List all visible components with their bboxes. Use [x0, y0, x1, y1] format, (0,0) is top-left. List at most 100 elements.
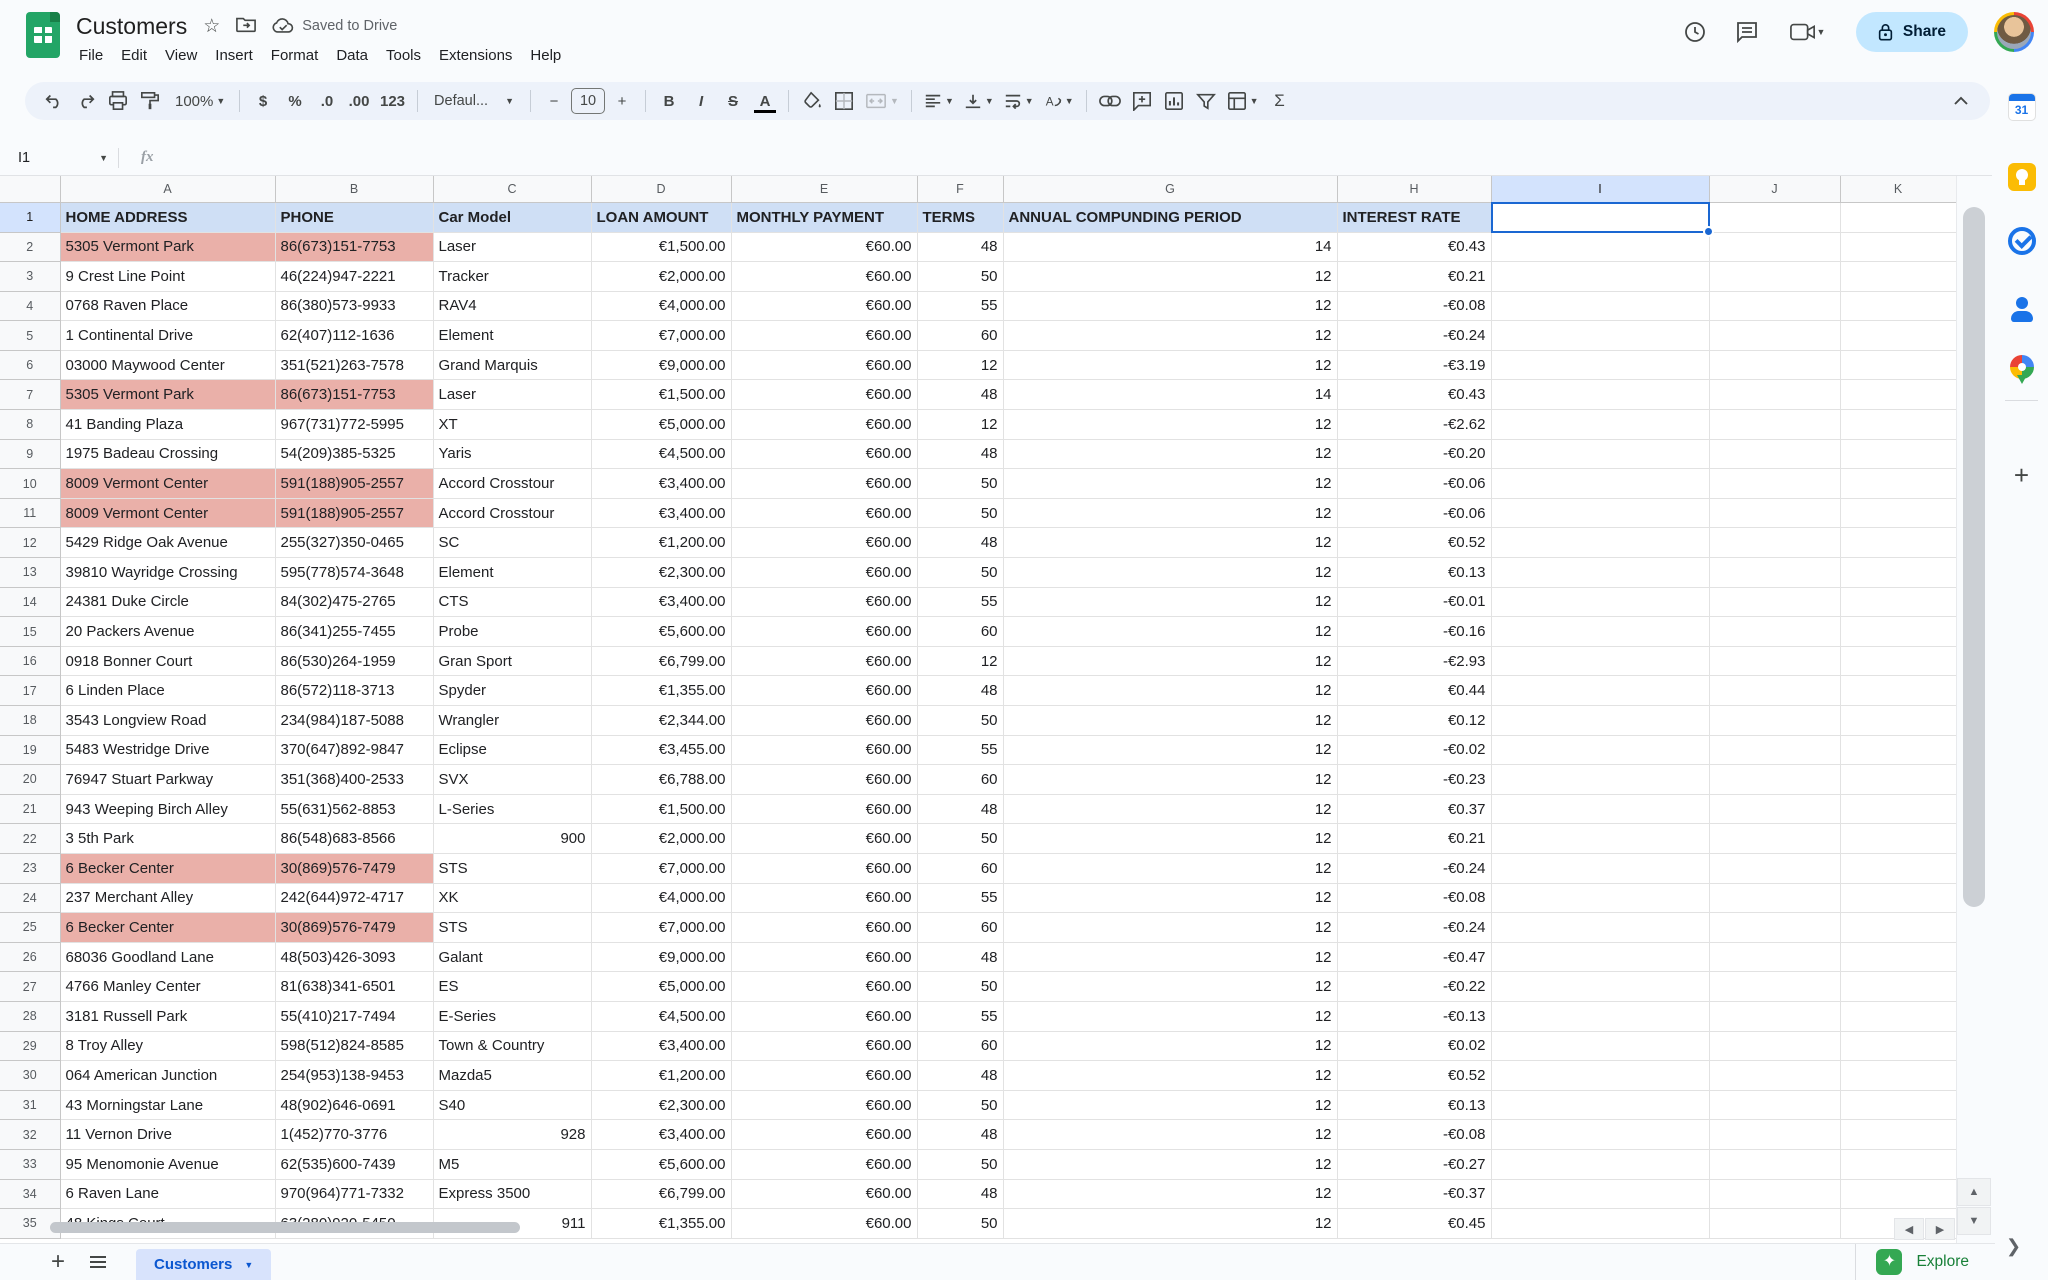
cell-B28[interactable]: 55(410)217-7494: [275, 1001, 433, 1031]
cell-K30[interactable]: [1840, 1061, 1956, 1091]
column-header-J[interactable]: J: [1709, 176, 1840, 202]
cell-B20[interactable]: 351(368)400-2533: [275, 765, 433, 795]
cell-B32[interactable]: 1(452)770-3776: [275, 1120, 433, 1150]
cell-K29[interactable]: [1840, 1031, 1956, 1061]
cell-J19[interactable]: [1709, 735, 1840, 765]
column-header-G[interactable]: G: [1003, 176, 1337, 202]
cell-G29[interactable]: 12: [1003, 1031, 1337, 1061]
create-filter-button[interactable]: [1191, 86, 1221, 116]
cell-H16[interactable]: -€2.93: [1337, 646, 1491, 676]
cell-J13[interactable]: [1709, 558, 1840, 588]
cell-K2[interactable]: [1840, 232, 1956, 262]
cell-F19[interactable]: 55: [917, 735, 1003, 765]
account-avatar[interactable]: [1994, 12, 2034, 52]
cell-K6[interactable]: [1840, 350, 1956, 380]
cell-A30[interactable]: 064 American Junction: [60, 1061, 275, 1091]
insert-chart-button[interactable]: [1159, 86, 1189, 116]
explore-button[interactable]: Explore: [1855, 1244, 1995, 1280]
cell-J12[interactable]: [1709, 528, 1840, 558]
row-header-23[interactable]: 23: [0, 853, 60, 883]
cell-F7[interactable]: 48: [917, 380, 1003, 410]
cell-C18[interactable]: Wrangler: [433, 706, 591, 736]
cell-C34[interactable]: Express 3500: [433, 1179, 591, 1209]
cell-G31[interactable]: 12: [1003, 1090, 1337, 1120]
cell-G26[interactable]: 12: [1003, 942, 1337, 972]
cell-B15[interactable]: 86(341)255-7455: [275, 617, 433, 647]
cell-D31[interactable]: €2,300.00: [591, 1090, 731, 1120]
cell-F27[interactable]: 50: [917, 972, 1003, 1002]
cell-H5[interactable]: -€0.24: [1337, 321, 1491, 351]
cell-B7[interactable]: 86(673)151-7753: [275, 380, 433, 410]
cell-F16[interactable]: 12: [917, 646, 1003, 676]
cell-F8[interactable]: 12: [917, 410, 1003, 440]
cell-H2[interactable]: €0.43: [1337, 232, 1491, 262]
cell-J32[interactable]: [1709, 1120, 1840, 1150]
cell-D32[interactable]: €3,400.00: [591, 1120, 731, 1150]
cell-I24[interactable]: [1491, 883, 1709, 913]
column-header-I[interactable]: I: [1491, 176, 1709, 202]
text-wrap-button[interactable]: ▼: [1000, 86, 1038, 116]
cell-I23[interactable]: [1491, 853, 1709, 883]
cell-C3[interactable]: Tracker: [433, 262, 591, 292]
star-icon[interactable]: ☆: [203, 17, 220, 36]
cell-B19[interactable]: 370(647)892-9847: [275, 735, 433, 765]
cell-E28[interactable]: €60.00: [731, 1001, 917, 1031]
row-header-10[interactable]: 10: [0, 469, 60, 499]
cell-G34[interactable]: 12: [1003, 1179, 1337, 1209]
cell-E11[interactable]: €60.00: [731, 498, 917, 528]
cell-J35[interactable]: [1709, 1209, 1840, 1239]
cell-C2[interactable]: Laser: [433, 232, 591, 262]
row-header-24[interactable]: 24: [0, 883, 60, 913]
cell-B27[interactable]: 81(638)341-6501: [275, 972, 433, 1002]
cell-A12[interactable]: 5429 Ridge Oak Avenue: [60, 528, 275, 558]
menu-tools[interactable]: Tools: [377, 44, 430, 67]
cell-K14[interactable]: [1840, 587, 1956, 617]
cell-A31[interactable]: 43 Morningstar Lane: [60, 1090, 275, 1120]
cell-G6[interactable]: 12: [1003, 350, 1337, 380]
cell-F6[interactable]: 12: [917, 350, 1003, 380]
cell-D17[interactable]: €1,355.00: [591, 676, 731, 706]
cell-E30[interactable]: €60.00: [731, 1061, 917, 1091]
cell-A27[interactable]: 4766 Manley Center: [60, 972, 275, 1002]
cell-G21[interactable]: 12: [1003, 794, 1337, 824]
cell-C9[interactable]: Yaris: [433, 439, 591, 469]
cell-J31[interactable]: [1709, 1090, 1840, 1120]
tasks-icon[interactable]: [2007, 226, 2037, 256]
menu-insert[interactable]: Insert: [206, 44, 262, 67]
cell-E14[interactable]: €60.00: [731, 587, 917, 617]
cell-D24[interactable]: €4,000.00: [591, 883, 731, 913]
cell-A17[interactable]: 6 Linden Place: [60, 676, 275, 706]
cell-H10[interactable]: -€0.06: [1337, 469, 1491, 499]
cell-C26[interactable]: Galant: [433, 942, 591, 972]
increase-decimal-button[interactable]: .00: [344, 86, 374, 116]
cell-A28[interactable]: 3181 Russell Park: [60, 1001, 275, 1031]
cell-F13[interactable]: 50: [917, 558, 1003, 588]
cell-B2[interactable]: 86(673)151-7753: [275, 232, 433, 262]
cell-D30[interactable]: €1,200.00: [591, 1061, 731, 1091]
cell-I33[interactable]: [1491, 1149, 1709, 1179]
row-header-15[interactable]: 15: [0, 617, 60, 647]
row-header-26[interactable]: 26: [0, 942, 60, 972]
cell-K9[interactable]: [1840, 439, 1956, 469]
cell-K3[interactable]: [1840, 262, 1956, 292]
hide-side-panel-icon[interactable]: ❯: [2006, 1236, 2021, 1257]
horizontal-scrollbar-thumb[interactable]: [50, 1222, 520, 1233]
cell-K22[interactable]: [1840, 824, 1956, 854]
cell-K20[interactable]: [1840, 765, 1956, 795]
cell-I15[interactable]: [1491, 617, 1709, 647]
cell-K26[interactable]: [1840, 942, 1956, 972]
cell-I9[interactable]: [1491, 439, 1709, 469]
zoom-select[interactable]: 100%▼: [167, 86, 231, 116]
cell-K31[interactable]: [1840, 1090, 1956, 1120]
cell-C30[interactable]: Mazda5: [433, 1061, 591, 1091]
cell-B21[interactable]: 55(631)562-8853: [275, 794, 433, 824]
cell-I7[interactable]: [1491, 380, 1709, 410]
scroll-up-button[interactable]: ▲: [1957, 1178, 1991, 1206]
cell-G32[interactable]: 12: [1003, 1120, 1337, 1150]
cell-H26[interactable]: -€0.47: [1337, 942, 1491, 972]
cell-B4[interactable]: 86(380)573-9933: [275, 291, 433, 321]
sheet-tab-customers[interactable]: Customers▼: [136, 1249, 271, 1280]
cell-G30[interactable]: 12: [1003, 1061, 1337, 1091]
cell-I26[interactable]: [1491, 942, 1709, 972]
cell-F4[interactable]: 55: [917, 291, 1003, 321]
